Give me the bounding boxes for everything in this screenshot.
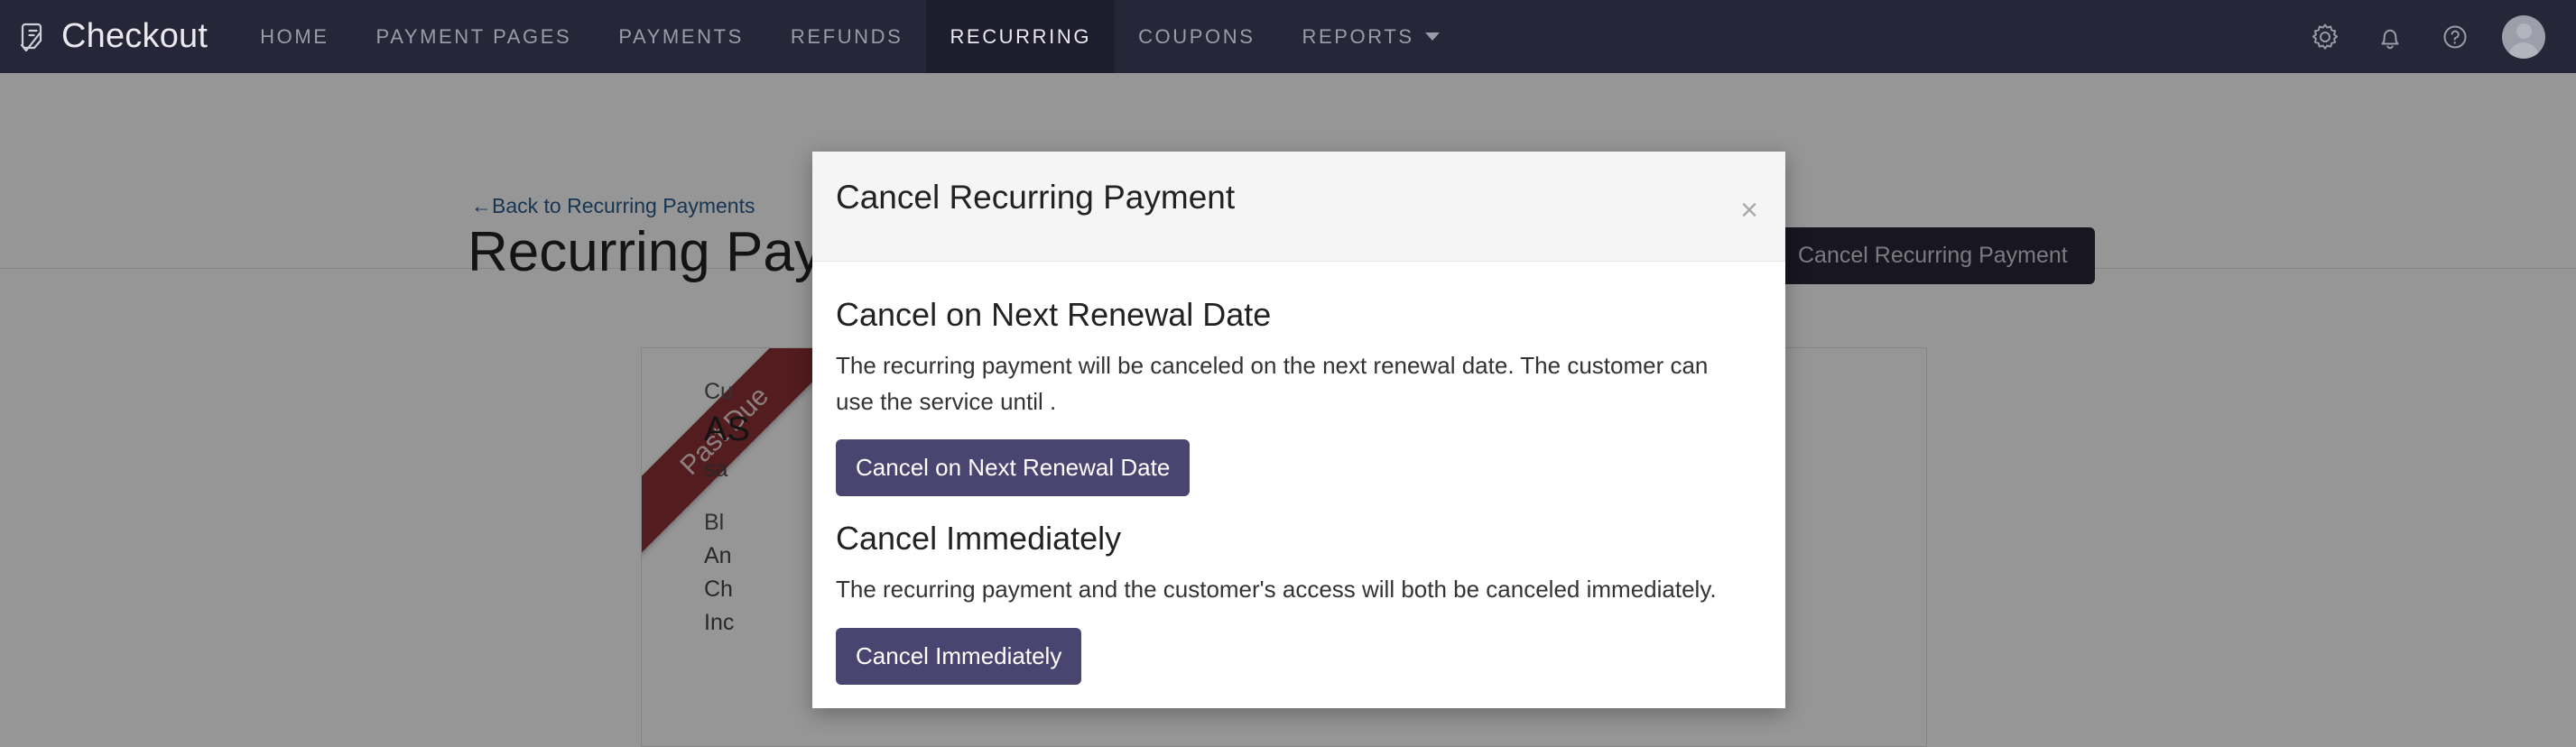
checkout-document-check-icon xyxy=(13,17,52,57)
cancel-recurring-payment-modal: Cancel Recurring Payment × Cancel on Nex… xyxy=(812,152,1785,708)
nav-link-payments[interactable]: Payments xyxy=(595,0,767,73)
nav-right-icons xyxy=(2307,15,2576,59)
nav-link-payment-pages[interactable]: Payment Pages xyxy=(353,0,596,73)
chevron-down-icon xyxy=(1425,32,1440,41)
section-heading: Cancel on Next Renewal Date xyxy=(836,296,1758,334)
nav-links: Home Payment Pages Payments Refunds Recu… xyxy=(236,0,1463,73)
nav-link-coupons[interactable]: Coupons xyxy=(1115,0,1278,73)
brand-name: Checkout xyxy=(61,17,208,56)
cancel-immediately-section: Cancel Immediately The recurring payment… xyxy=(836,520,1758,685)
help-icon[interactable] xyxy=(2437,19,2473,55)
nav-link-reports[interactable]: Reports xyxy=(1279,0,1463,73)
nav-link-home[interactable]: Home xyxy=(236,0,352,73)
nav-link-recurring[interactable]: Recurring xyxy=(926,0,1115,73)
bell-icon[interactable] xyxy=(2372,19,2408,55)
nav-link-refunds[interactable]: Refunds xyxy=(767,0,927,73)
modal-title: Cancel Recurring Payment xyxy=(836,179,1753,217)
avatar-head xyxy=(2516,23,2532,39)
cancel-immediately-button[interactable]: Cancel Immediately xyxy=(836,628,1081,685)
modal-body: Cancel on Next Renewal Date The recurrin… xyxy=(812,262,1785,708)
cancel-on-next-renewal-date-button[interactable]: Cancel on Next Renewal Date xyxy=(836,439,1190,496)
avatar-body xyxy=(2508,42,2539,59)
modal-header: Cancel Recurring Payment × xyxy=(812,152,1785,262)
avatar[interactable] xyxy=(2502,15,2545,59)
nav-link-reports-label: Reports xyxy=(1302,25,1414,49)
close-icon[interactable]: × xyxy=(1740,195,1758,226)
section-spacer xyxy=(836,496,1758,520)
cancel-on-next-renewal-date-section: Cancel on Next Renewal Date The recurrin… xyxy=(836,296,1758,496)
brand-logo[interactable]: Checkout xyxy=(0,0,236,73)
top-navbar: Checkout Home Payment Pages Payments Ref… xyxy=(0,0,2576,73)
section-description: The recurring payment will be canceled o… xyxy=(836,348,1725,420)
section-heading: Cancel Immediately xyxy=(836,520,1758,558)
gear-icon[interactable] xyxy=(2307,19,2343,55)
section-description: The recurring payment and the customer's… xyxy=(836,572,1725,608)
